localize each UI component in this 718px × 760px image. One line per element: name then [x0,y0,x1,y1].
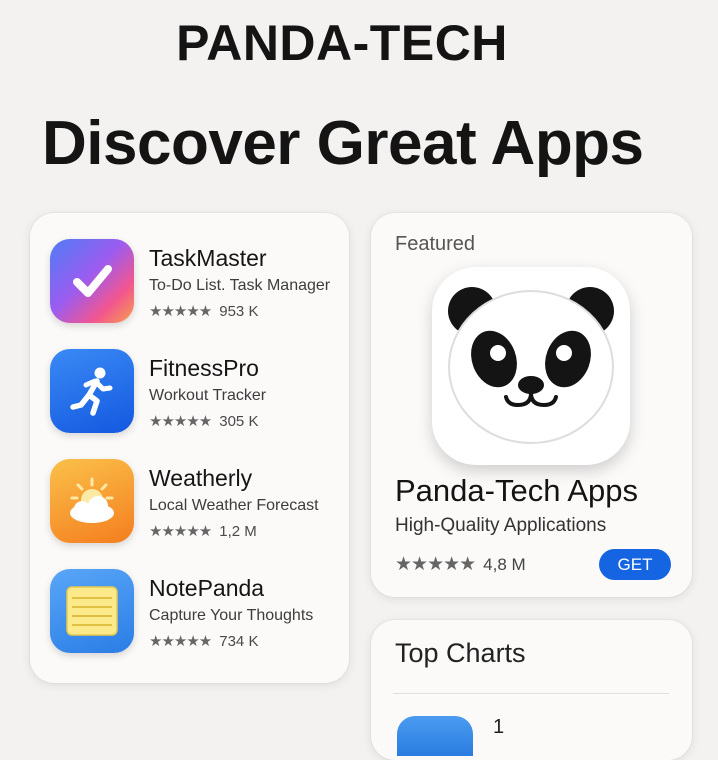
app-rating: ★★★★★ 1,2 M [149,522,257,541]
featured-rating: ★★★★★ 4,8 M [395,553,526,576]
app-subtitle: Capture Your Thoughts [149,607,314,624]
app-subtitle: To-Do List. Task Manager [149,277,331,294]
star-rating-icon: ★★★★★ [149,633,212,650]
app-row-taskmaster[interactable]: TaskMaster To-Do List. Task Manager ★★★★… [50,239,340,327]
sun-cloud-icon[interactable] [50,459,134,543]
app-icon[interactable] [397,716,473,756]
featured-app-title: Panda-Tech Apps [395,473,639,508]
featured-app-subtitle: High-Quality Applications [395,515,607,536]
app-row-notepanda[interactable]: NotePanda Capture Your Thoughts ★★★★★ 73… [50,569,340,657]
rating-count: 734 K [219,632,259,650]
panda-icon[interactable] [432,267,630,465]
rating-count: 4,8 M [483,554,526,574]
top-charts-title: Top Charts [395,638,526,668]
app-subtitle: Workout Tracker [149,387,267,404]
star-rating-icon: ★★★★★ [149,523,212,540]
running-person-icon[interactable] [50,349,134,433]
app-row-weatherly[interactable]: Weatherly Local Weather Forecast ★★★★★ 1… [50,459,340,547]
app-rating: ★★★★★ 305 K [149,412,259,431]
app-row-fitnesspro[interactable]: FitnessPro Workout Tracker ★★★★★ 305 K [50,349,340,437]
rating-count: 1,2 M [219,522,257,540]
checkmark-icon[interactable] [50,239,134,323]
app-name: NotePanda [149,575,265,601]
get-button[interactable]: GET [599,549,671,580]
featured-card[interactable]: Featured Panda-Tech Apps High-Quality Ap… [371,213,692,597]
app-name: Weatherly [149,465,253,491]
star-rating-icon: ★★★★★ [149,413,212,430]
page-headline: Discover Great Apps [42,109,644,178]
app-name: TaskMaster [149,245,267,271]
app-name: FitnessPro [149,355,259,381]
notepad-icon[interactable] [50,569,134,653]
app-rating: ★★★★★ 734 K [149,632,259,651]
star-rating-icon: ★★★★★ [149,303,212,320]
top-charts-card[interactable]: Top Charts 1 [371,620,692,760]
featured-label: Featured [395,233,476,255]
star-rating-icon: ★★★★★ [395,554,476,575]
chart-item-label: 1 [493,716,505,738]
rating-count: 953 K [219,302,259,320]
rating-count: 305 K [219,412,259,430]
brand-title: PANDA-TECH [176,15,508,71]
app-list-card: TaskMaster To-Do List. Task Manager ★★★★… [30,213,349,683]
divider [393,693,669,694]
app-subtitle: Local Weather Forecast [149,497,319,514]
app-rating: ★★★★★ 953 K [149,302,259,321]
